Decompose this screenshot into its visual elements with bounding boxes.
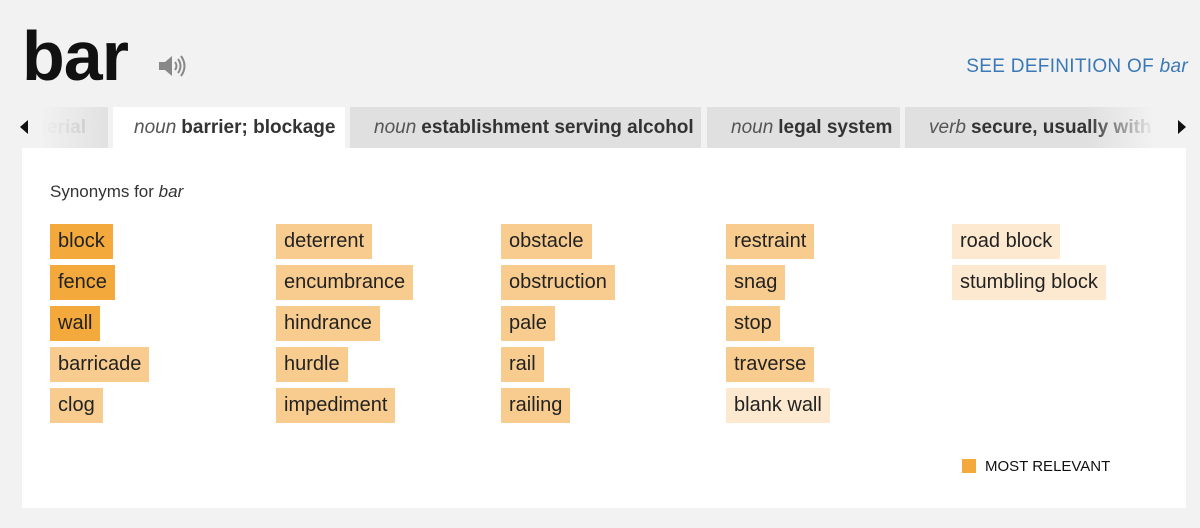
synonym-link[interactable]: railing <box>501 388 571 423</box>
see-definition-link[interactable]: SEE DEFINITION OF bar <box>966 56 1188 78</box>
synonym-column: obstacle obstruction pale rail railing <box>501 224 615 429</box>
scroll-left-arrow-icon[interactable] <box>20 120 28 134</box>
synonym-link[interactable]: block <box>50 224 113 259</box>
synonym-column: deterrent encumbrance hindrance hurdle imped… <box>276 224 414 429</box>
synonym-link[interactable]: deterrent <box>276 224 373 259</box>
synonym-link[interactable]: road block <box>952 224 1061 259</box>
tab-material[interactable]: aterial <box>22 107 108 148</box>
tab-sense: barrier; blockage <box>181 117 336 138</box>
see-definition-word: bar <box>1159 56 1188 77</box>
sense-tabs: aterial noun barrier; blockage noun establ… <box>22 107 1190 148</box>
synonyms-heading-label: Synonyms for <box>50 182 154 201</box>
synonym-link[interactable]: wall <box>50 306 101 341</box>
tab-sense: secure, usually with a lo <box>970 117 1165 138</box>
tab-sense: aterial <box>30 117 86 138</box>
synonym-link[interactable]: restraint <box>726 224 815 259</box>
tab-barrier-blockage[interactable]: noun barrier; blockage <box>113 107 345 148</box>
synonym-column: road block stumbling block <box>952 224 1106 306</box>
synonym-link[interactable]: obstacle <box>501 224 592 259</box>
synonym-link[interactable]: stop <box>726 306 780 341</box>
scroll-right-arrow-icon[interactable] <box>1178 120 1186 134</box>
tab-legal-system[interactable]: noun legal system <box>707 107 900 148</box>
synonym-link[interactable]: blank wall <box>726 388 830 423</box>
relevance-legend: MOST RELEVANT <box>962 459 1110 475</box>
synonym-link[interactable]: snag <box>726 265 786 300</box>
tab-secure[interactable]: verbsecure, usually with a lo <box>905 107 1165 148</box>
synonym-link[interactable]: rail <box>501 347 544 382</box>
tab-pos: noun <box>134 117 177 138</box>
tab-establishment-serving-alcohol[interactable]: noun establishment serving alcohol <box>350 107 701 148</box>
synonym-link[interactable]: obstruction <box>501 265 615 300</box>
synonym-link[interactable]: hindrance <box>276 306 380 341</box>
tab-pos: noun <box>731 117 774 138</box>
synonyms-heading-word: bar <box>158 182 184 201</box>
synonym-link[interactable]: encumbrance <box>276 265 414 300</box>
speaker-icon[interactable] <box>157 52 187 80</box>
synonyms-panel: Synonyms for bar block fence wall barricade… <box>22 148 1186 508</box>
synonym-link[interactable]: clog <box>50 388 103 423</box>
synonyms-heading: Synonyms for bar <box>50 182 183 202</box>
tab-pos: verb <box>929 117 966 138</box>
synonym-link[interactable]: barricade <box>50 347 150 382</box>
see-definition-label: SEE DEFINITION OF <box>966 56 1155 77</box>
synonym-link[interactable]: fence <box>50 265 115 300</box>
headword: bar <box>22 17 129 95</box>
tab-sense: establishment serving alcohol <box>421 117 694 138</box>
synonym-link[interactable]: stumbling block <box>952 265 1106 300</box>
synonym-link[interactable]: impediment <box>276 388 396 423</box>
legend-label: MOST RELEVANT <box>985 458 1111 475</box>
synonym-link[interactable]: pale <box>501 306 555 341</box>
tab-pos: noun <box>374 117 417 138</box>
synonym-link[interactable]: traverse <box>726 347 815 382</box>
tab-sense: legal system <box>778 117 893 138</box>
synonym-column: block fence wall barricade clog <box>50 224 150 429</box>
synonym-link[interactable]: hurdle <box>276 347 348 382</box>
synonym-column: restraint snag stop traverse blank wall <box>726 224 830 429</box>
legend-swatch <box>962 459 976 473</box>
